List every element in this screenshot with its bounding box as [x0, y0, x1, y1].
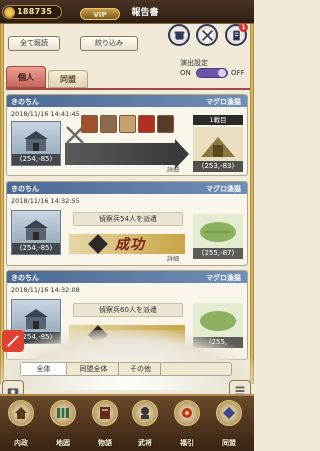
target-coordinate: (253,-83): [193, 161, 243, 172]
castle-icon: [24, 131, 48, 151]
nav-label: 地図: [56, 439, 70, 447]
pot-button[interactable]: [168, 24, 190, 46]
nav-domestic[interactable]: 内政: [4, 400, 38, 450]
brush-icon: [7, 335, 19, 347]
battle-round-label: 1戦目: [193, 115, 243, 125]
map-icon: [50, 400, 76, 426]
detail-link[interactable]: 詳細: [167, 254, 179, 263]
report-filter-tabs: 全体 同盟全体 その他: [20, 362, 232, 376]
pot-icon: [174, 30, 184, 40]
battle-site-icon: [193, 127, 243, 161]
vip-badge[interactable]: VIP: [80, 8, 120, 20]
lottery-icon: [174, 400, 200, 426]
nav-label: 同盟: [222, 439, 236, 447]
report-header: きのちん マグロ漁猫: [7, 271, 247, 283]
castle-icon: [24, 220, 48, 240]
read-all-button[interactable]: 全て既読: [8, 36, 60, 51]
report-header: きのちん マグロ漁猫: [7, 182, 247, 194]
report-card[interactable]: きのちん マグロ漁猫 2018/11/16 14:32:08 (254,-85)…: [6, 270, 248, 360]
report-card[interactable]: きのちん マグロ漁猫 2018/11/16 14:41:45 (254,-85)…: [6, 94, 248, 176]
origin-coordinate: (254,-85): [12, 154, 60, 165]
scroll-button[interactable]: 1: [225, 23, 248, 46]
attack-arrow: [65, 143, 175, 165]
chat-side-button[interactable]: [2, 330, 24, 352]
target-coordinate: (255,: [193, 337, 243, 348]
nav-label: 内政: [14, 439, 28, 447]
report-header: きのちん マグロ漁猫: [7, 95, 247, 107]
toggle-on-label: ON: [180, 69, 191, 77]
hero-portraits: [81, 115, 174, 133]
mission-label: 偵察兵60人を派遣: [73, 303, 183, 317]
report-card[interactable]: きのちん マグロ漁猫 2018/11/16 14:32:55 (254,-85)…: [6, 181, 248, 266]
report-time: 2018/11/16 14:32:08: [11, 286, 80, 294]
nav-map[interactable]: 地図: [46, 400, 80, 450]
hero-portrait: [81, 115, 98, 133]
book-icon: [92, 400, 118, 426]
report-time: 2018/11/16 14:41:45: [11, 110, 80, 118]
target-thumbnail: (253,-83): [193, 127, 243, 172]
toggle-knob: [218, 69, 226, 77]
bottom-navigation: 内政 地図 物語 武将 福引 同盟: [0, 394, 254, 451]
hero-portrait: [157, 115, 174, 133]
report-time: 2018/11/16 14:32:55: [11, 197, 80, 205]
target-coordinate: (255,-87): [193, 248, 243, 259]
nav-warriors[interactable]: 武将: [128, 400, 162, 450]
nav-label: 物語: [98, 439, 112, 447]
report-target-user: マグロ漁猫: [206, 274, 241, 282]
hero-portrait: [119, 115, 136, 133]
castle-icon: [8, 400, 34, 426]
success-label: 成功: [115, 237, 145, 253]
report-target-user: マグロ漁猫: [206, 185, 241, 193]
coin-icon: [4, 7, 15, 18]
top-bar: 188735 VIP 報告書: [0, 0, 254, 24]
filter-button[interactable]: 絞り込み: [80, 36, 138, 51]
castle-icon: [24, 309, 48, 329]
report-target-user: マグロ漁猫: [206, 98, 241, 106]
origin-thumbnail: (254,-85): [11, 210, 61, 255]
tab-personal[interactable]: 個人: [6, 66, 46, 88]
nav-lottery[interactable]: 福引: [170, 400, 204, 450]
tab-alliance[interactable]: 同盟: [48, 70, 88, 88]
success-band: [69, 325, 185, 345]
warrior-icon: [132, 400, 158, 426]
origin-coordinate: (254,-85): [12, 243, 60, 254]
alliance-icon: [216, 400, 242, 426]
notification-badge: 1: [239, 23, 248, 32]
crossed-swords-button[interactable]: [196, 24, 218, 46]
target-thumbnail: (255,: [193, 303, 243, 348]
report-player-name: きのちん: [11, 185, 39, 193]
page-title: 報告書: [131, 8, 159, 18]
nav-alliance[interactable]: 同盟: [212, 400, 246, 450]
nav-story[interactable]: 物語: [88, 400, 122, 450]
crossed-swords-icon: [201, 29, 213, 41]
coin-value: 188735: [17, 7, 53, 16]
toggle-off-label: OFF: [231, 69, 245, 77]
target-thumbnail: (255,-87): [193, 214, 243, 259]
nav-label: 福引: [180, 439, 194, 447]
coin-counter[interactable]: 188735: [2, 5, 62, 19]
filter-tab-other[interactable]: その他: [121, 363, 161, 375]
effect-setting-label: 演出設定: [180, 59, 208, 67]
report-player-name: きのちん: [11, 98, 39, 106]
frame-right-border: [250, 24, 254, 384]
detail-link[interactable]: 詳細: [167, 165, 179, 174]
field-icon: [193, 214, 243, 248]
hero-portrait: [100, 115, 117, 133]
filter-tab-alliance[interactable]: 同盟全体: [69, 363, 119, 375]
nav-label: 武将: [138, 439, 152, 447]
effect-toggle[interactable]: [196, 68, 228, 78]
tab-divider: [6, 88, 250, 90]
origin-thumbnail: (254,-85): [11, 121, 61, 166]
filter-tab-all[interactable]: 全体: [21, 363, 67, 375]
report-player-name: きのちん: [11, 274, 39, 282]
field-icon: [193, 303, 243, 337]
hero-portrait: [138, 115, 155, 133]
mission-label: 偵察兵54人を派遣: [73, 212, 183, 226]
